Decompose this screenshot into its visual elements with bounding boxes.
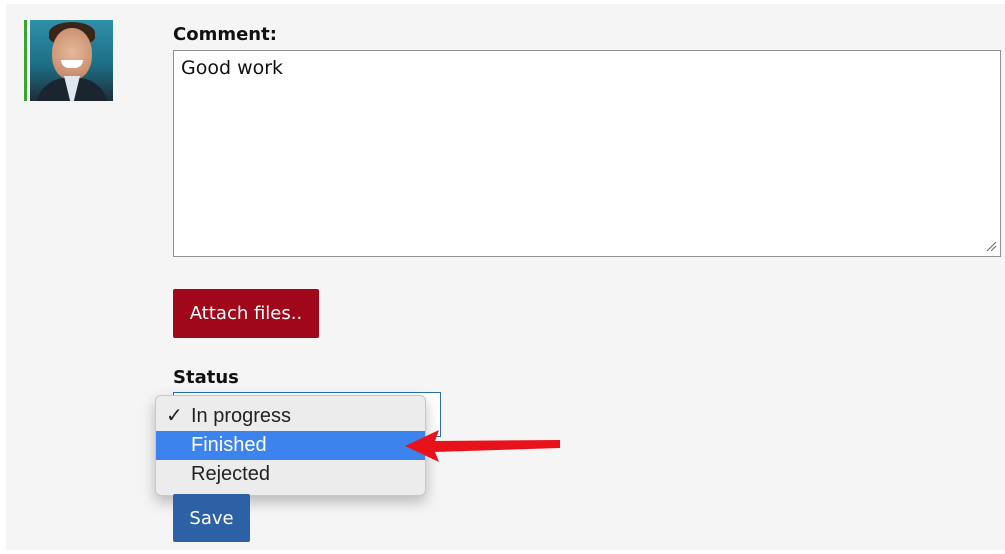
save-button[interactable]: Save	[173, 494, 250, 542]
resize-grip-icon[interactable]	[985, 240, 997, 252]
user-avatar-image	[30, 20, 113, 101]
option-label: Rejected	[191, 463, 270, 485]
option-label: Finished	[191, 434, 267, 456]
checkmark-icon: ✓	[166, 405, 183, 427]
avatar	[24, 20, 113, 101]
status-option-in-progress[interactable]: ✓ In progress	[156, 402, 425, 431]
comment-textarea[interactable]	[173, 50, 1001, 257]
option-label: In progress	[191, 405, 292, 427]
attach-files-button[interactable]: Attach files..	[173, 289, 319, 338]
comment-label: Comment:	[173, 24, 277, 45]
status-dropdown-menu: ✓ In progress Finished Rejected	[155, 395, 426, 496]
status-label: Status	[173, 367, 239, 388]
status-option-finished[interactable]: Finished	[156, 431, 425, 460]
status-option-rejected[interactable]: Rejected	[156, 460, 425, 489]
red-arrow-icon	[405, 430, 560, 462]
